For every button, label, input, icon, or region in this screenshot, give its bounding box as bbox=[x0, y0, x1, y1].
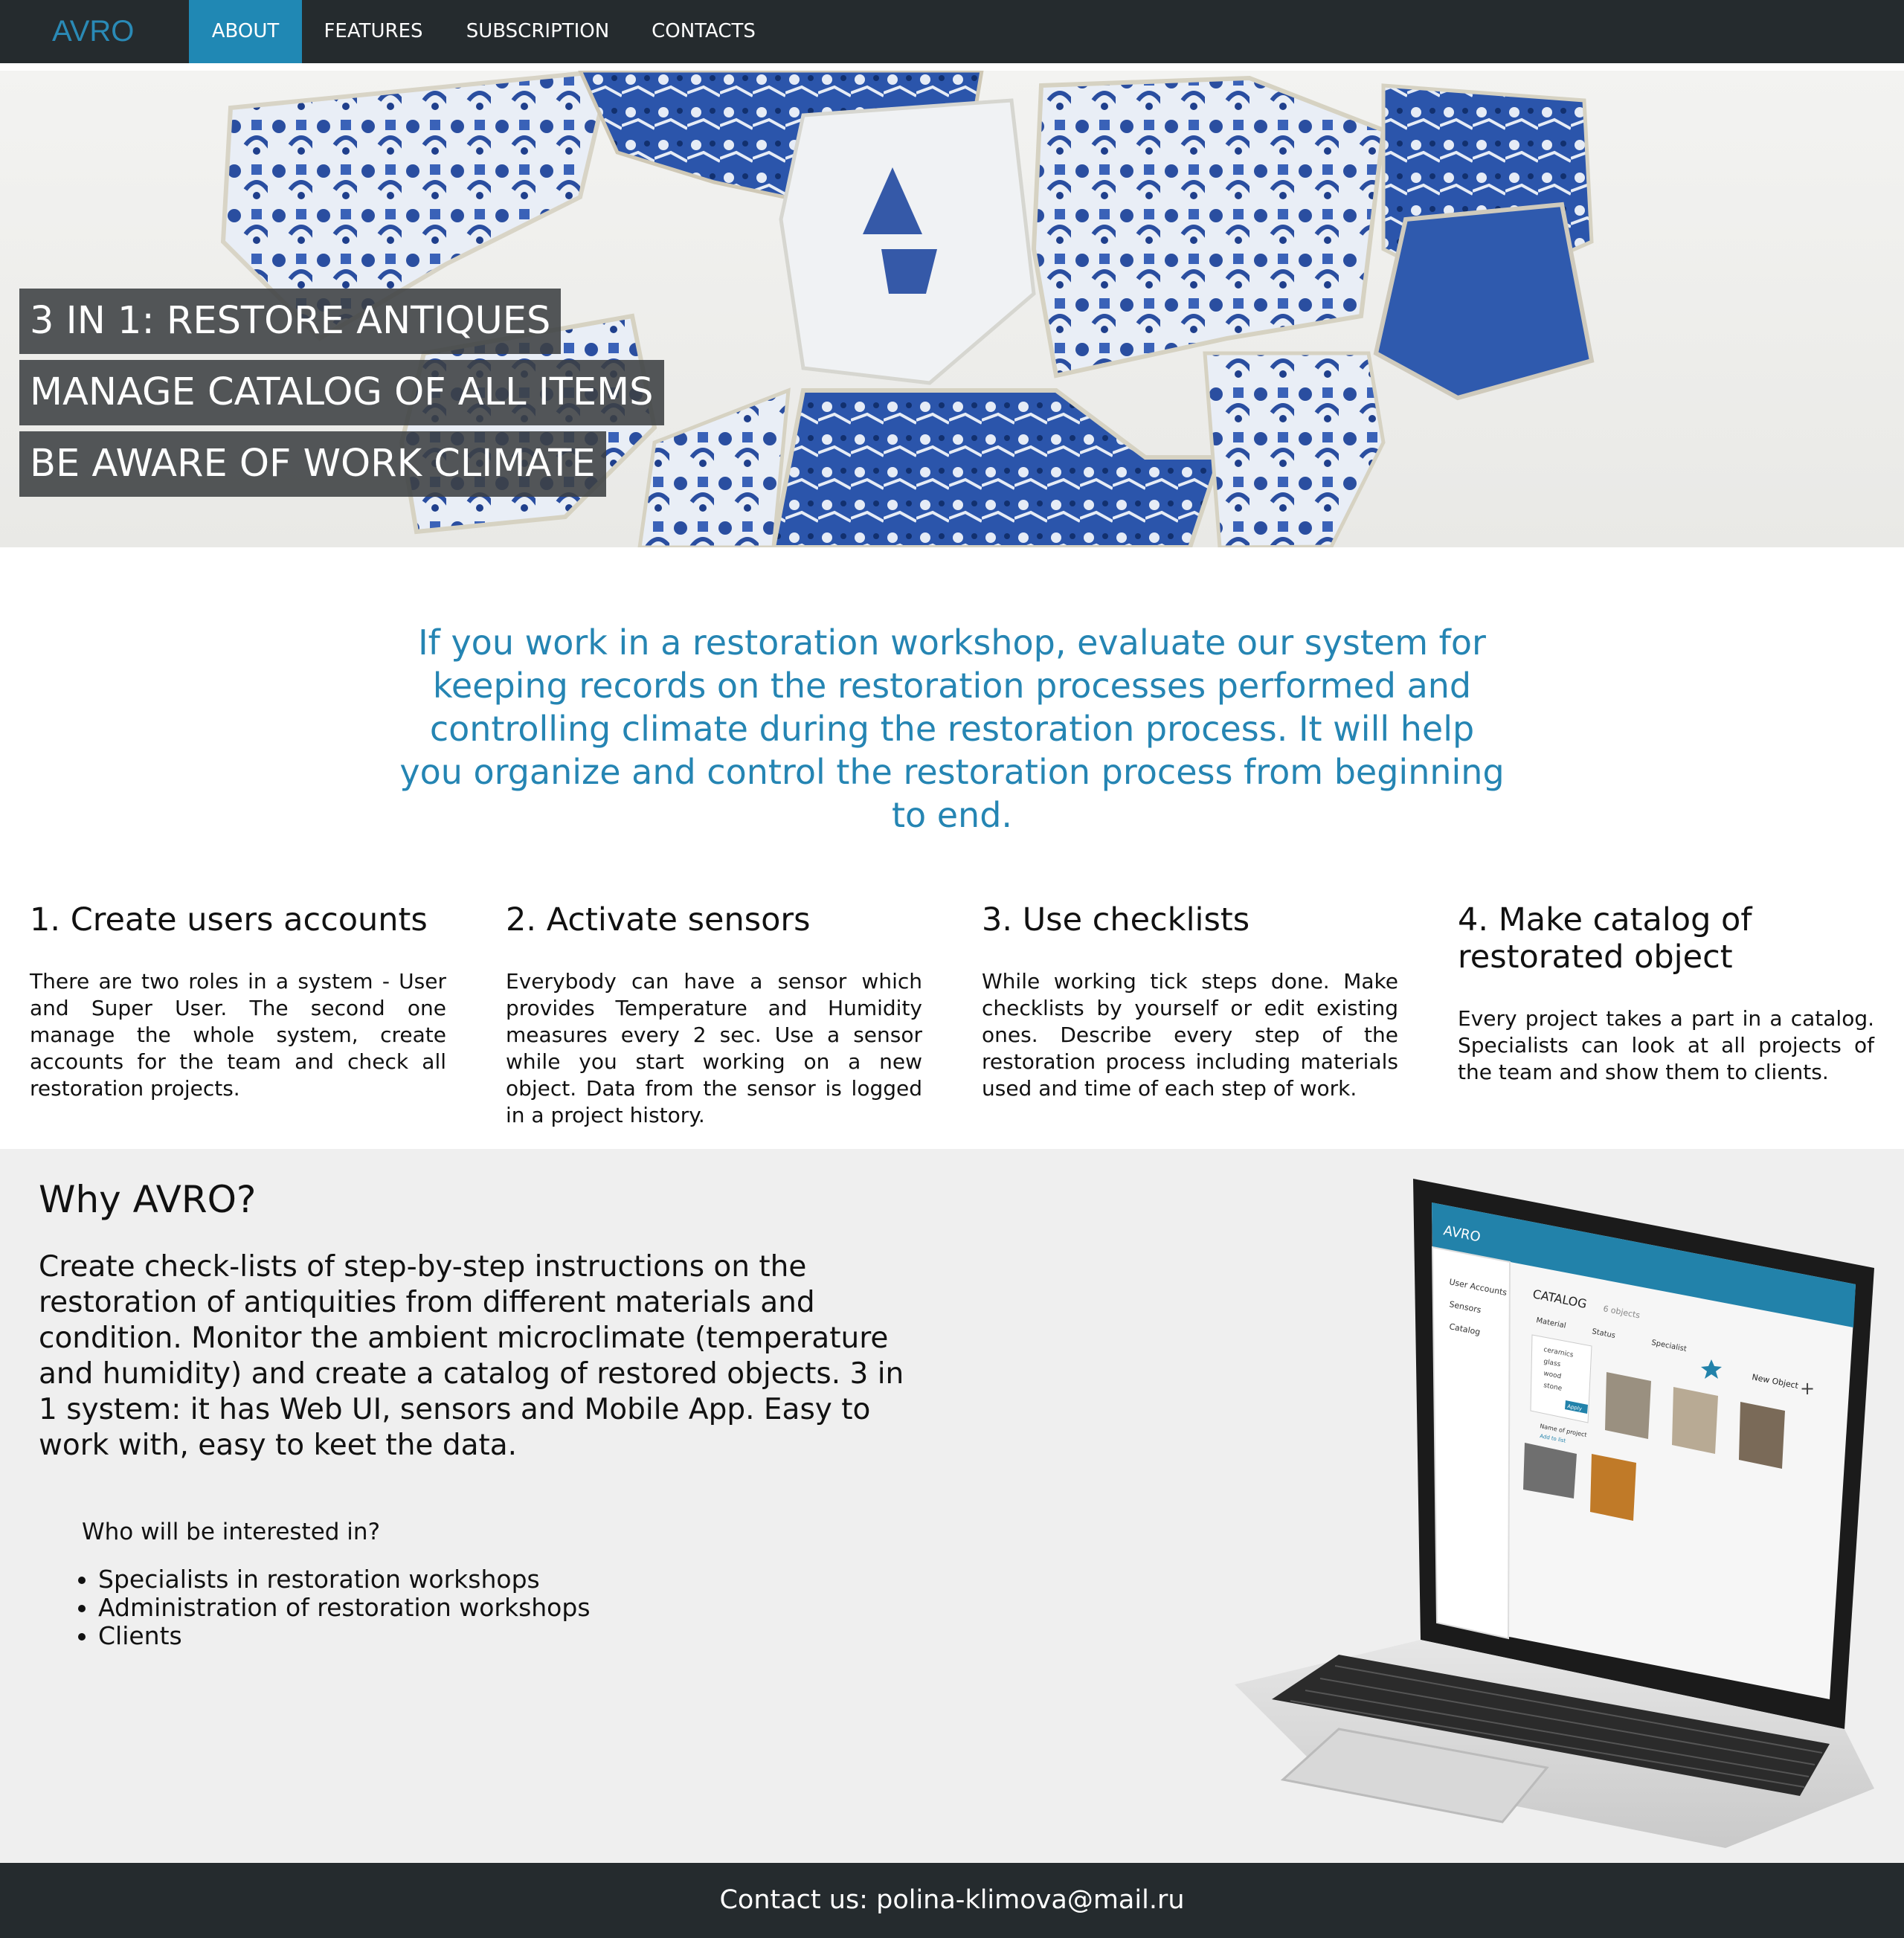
nav-contacts[interactable]: CONTACTS bbox=[631, 0, 776, 63]
nav-about[interactable]: ABOUT bbox=[189, 0, 302, 63]
list-item: Clients bbox=[98, 1622, 591, 1650]
step-3-text: While working tick steps done. Make chec… bbox=[982, 969, 1398, 1101]
laptop-image: AVRO User Accounts Sensors Catalog CATAL… bbox=[1235, 1179, 1874, 1848]
hero-line-2: MANAGE CATALOG OF ALL ITEMS bbox=[19, 360, 664, 425]
footer-contact[interactable]: Contact us: polina-klimova@mail.ru bbox=[719, 1885, 1184, 1915]
step-3: 3. Use checklists While working tick ste… bbox=[982, 901, 1398, 1102]
intro-text: If you work in a restoration workshop, e… bbox=[399, 622, 1505, 835]
why-section: Why AVRO? Create check-lists of step-by-… bbox=[0, 1149, 1904, 1863]
who-title: Who will be interested in? bbox=[82, 1519, 381, 1545]
footer: Contact us: polina-klimova@mail.ru bbox=[0, 1863, 1904, 1938]
step-2-title: 2. Activate sensors bbox=[506, 901, 811, 939]
step-2: 2. Activate sensors Everybody can have a… bbox=[506, 901, 922, 1129]
top-navbar: AVRO ABOUT FEATURES SUBSCRIPTION CONTACT… bbox=[0, 0, 1904, 71]
step-1-text: There are two roles in a system - User a… bbox=[30, 969, 446, 1101]
step-4-title: 4. Make catalog of restorated object bbox=[1458, 901, 1752, 976]
step-1-title: 1. Create users accounts bbox=[30, 901, 428, 939]
step-1: 1. Create users accounts There are two r… bbox=[30, 901, 446, 1102]
hero-banner: 3 IN 1: RESTORE ANTIQUES MANAGE CATALOG … bbox=[0, 71, 1904, 547]
logo[interactable]: AVRO bbox=[52, 0, 134, 63]
plus-icon: + bbox=[1800, 1378, 1815, 1399]
step-4: 4. Make catalog of restorated object Eve… bbox=[1458, 901, 1874, 1086]
list-item: Administration of restoration workshops bbox=[98, 1594, 591, 1622]
hero-line-1: 3 IN 1: RESTORE ANTIQUES bbox=[19, 289, 562, 354]
hero-line-3: BE AWARE OF WORK CLIMATE bbox=[19, 431, 606, 497]
why-title: Why AVRO? bbox=[39, 1178, 257, 1221]
nav-features[interactable]: FEATURES bbox=[302, 0, 445, 63]
step-4-text: Every project takes a part in a catalog.… bbox=[1458, 1006, 1874, 1084]
step-2-text: Everybody can have a sensor which provid… bbox=[506, 969, 922, 1127]
list-item: Specialists in restoration workshops bbox=[98, 1565, 591, 1594]
audience-list: Specialists in restoration workshops Adm… bbox=[65, 1565, 591, 1650]
step-3-title: 3. Use checklists bbox=[982, 901, 1250, 939]
why-text: Create check-lists of step-by-step instr… bbox=[39, 1250, 904, 1462]
nav-subscription[interactable]: SUBSCRIPTION bbox=[445, 0, 631, 63]
